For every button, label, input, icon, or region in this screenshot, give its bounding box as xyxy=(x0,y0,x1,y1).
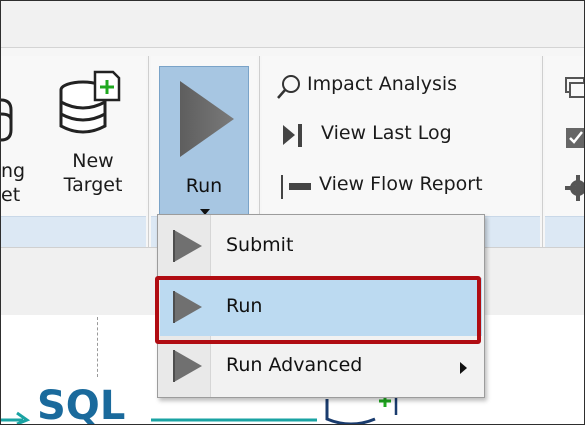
new-target-button[interactable]: New Target xyxy=(45,68,141,218)
menu-item-run-advanced-label: Run Advanced xyxy=(226,354,363,376)
skip-log-icon xyxy=(283,124,302,147)
app-window: ng et New Target Run Impact Analysis Vie… xyxy=(0,0,585,425)
impact-analysis-label: Impact Analysis xyxy=(307,73,458,95)
new-target-label-2: Target xyxy=(63,174,123,196)
run-button-label: Run xyxy=(185,175,223,197)
partial-left-label-bottom: et xyxy=(1,184,21,206)
view-last-log-label: View Last Log xyxy=(321,122,452,144)
play-icon xyxy=(173,230,202,262)
gear-icon[interactable] xyxy=(564,175,585,201)
partial-left-button[interactable]: ng et xyxy=(1,78,29,218)
dashed-connector xyxy=(97,317,98,377)
view-flow-report-label: View Flow Report xyxy=(319,173,483,195)
stack-icon[interactable] xyxy=(564,76,585,100)
title-bar xyxy=(1,1,584,48)
flow-report-icon xyxy=(281,175,311,199)
impact-analysis-button[interactable]: Impact Analysis xyxy=(277,72,527,102)
menu-item-submit-label: Submit xyxy=(226,234,294,256)
checkbox-icon[interactable] xyxy=(564,126,585,150)
run-dropdown-button[interactable]: Run xyxy=(159,66,249,229)
database-add-icon xyxy=(59,70,121,134)
sql-node-label: SQL xyxy=(37,383,126,425)
menu-item-run-advanced[interactable]: Run Advanced xyxy=(160,337,482,395)
view-last-log-button[interactable]: View Last Log xyxy=(277,121,527,151)
play-icon xyxy=(173,350,202,382)
view-flow-report-button[interactable]: View Flow Report xyxy=(277,172,529,202)
new-target-label-1: New xyxy=(72,150,114,172)
database-icon xyxy=(1,98,13,142)
submenu-arrow-icon xyxy=(460,362,467,374)
partial-left-label-top: ng xyxy=(1,160,26,182)
menu-item-submit[interactable]: Submit xyxy=(160,217,482,275)
search-icon xyxy=(277,75,300,99)
play-icon xyxy=(180,81,234,157)
focus-highlight-box xyxy=(155,276,481,344)
